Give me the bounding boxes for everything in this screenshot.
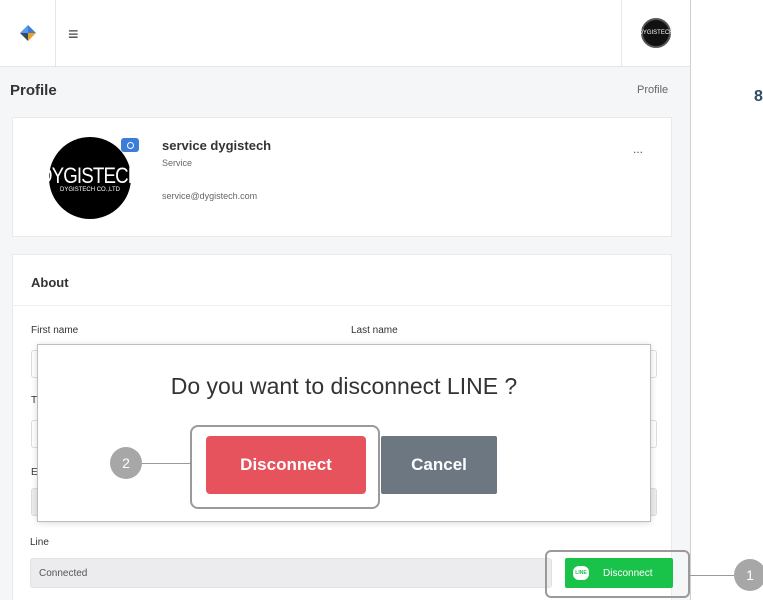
side-step-number: 8 (754, 88, 763, 105)
logo-icon (19, 25, 36, 41)
divider (13, 305, 671, 306)
hamburger-icon[interactable]: ≡ (68, 24, 79, 45)
profile-name: service dygistech (162, 138, 272, 153)
profile-email: service@dygistech.com (162, 191, 258, 201)
app-logo[interactable] (0, 0, 56, 66)
top-bar: ≡ DYGISTECH (0, 0, 690, 67)
profile-avatar: DYGISTECH DYGISTECH CO.,LTD (39, 137, 142, 219)
line-status-field: Connected (30, 558, 552, 588)
callout-1-connector (690, 575, 734, 576)
camera-icon[interactable] (121, 138, 139, 152)
callout-1-badge: 1 (734, 559, 763, 591)
callout-1-highlight (545, 550, 690, 598)
dialog-question: Do you want to disconnect LINE ? (170, 373, 518, 399)
user-avatar-button[interactable]: DYGISTECH (621, 0, 690, 66)
line-label: Line (30, 537, 49, 548)
more-options-icon[interactable]: ... (633, 142, 643, 156)
page-title: Profile (10, 82, 57, 99)
app-frame: ≡ DYGISTECH Profile Profile DYGISTECH DY… (0, 0, 691, 600)
callout-2-connector (142, 463, 192, 464)
profile-role: Service (162, 158, 193, 168)
first-name-label: First name (31, 325, 79, 336)
breadcrumb[interactable]: Profile (637, 84, 668, 96)
about-title: About (31, 275, 69, 290)
callout-2-badge: 2 (110, 447, 142, 479)
avatar-brand-text: DYGISTECH (39, 163, 141, 188)
callout-2-highlight (190, 425, 380, 509)
cancel-button[interactable]: Cancel (381, 436, 497, 494)
avatar: DYGISTECH (639, 18, 674, 48)
last-name-label: Last name (351, 325, 398, 336)
profile-card: DYGISTECH DYGISTECH CO.,LTD service dygi… (12, 117, 672, 237)
